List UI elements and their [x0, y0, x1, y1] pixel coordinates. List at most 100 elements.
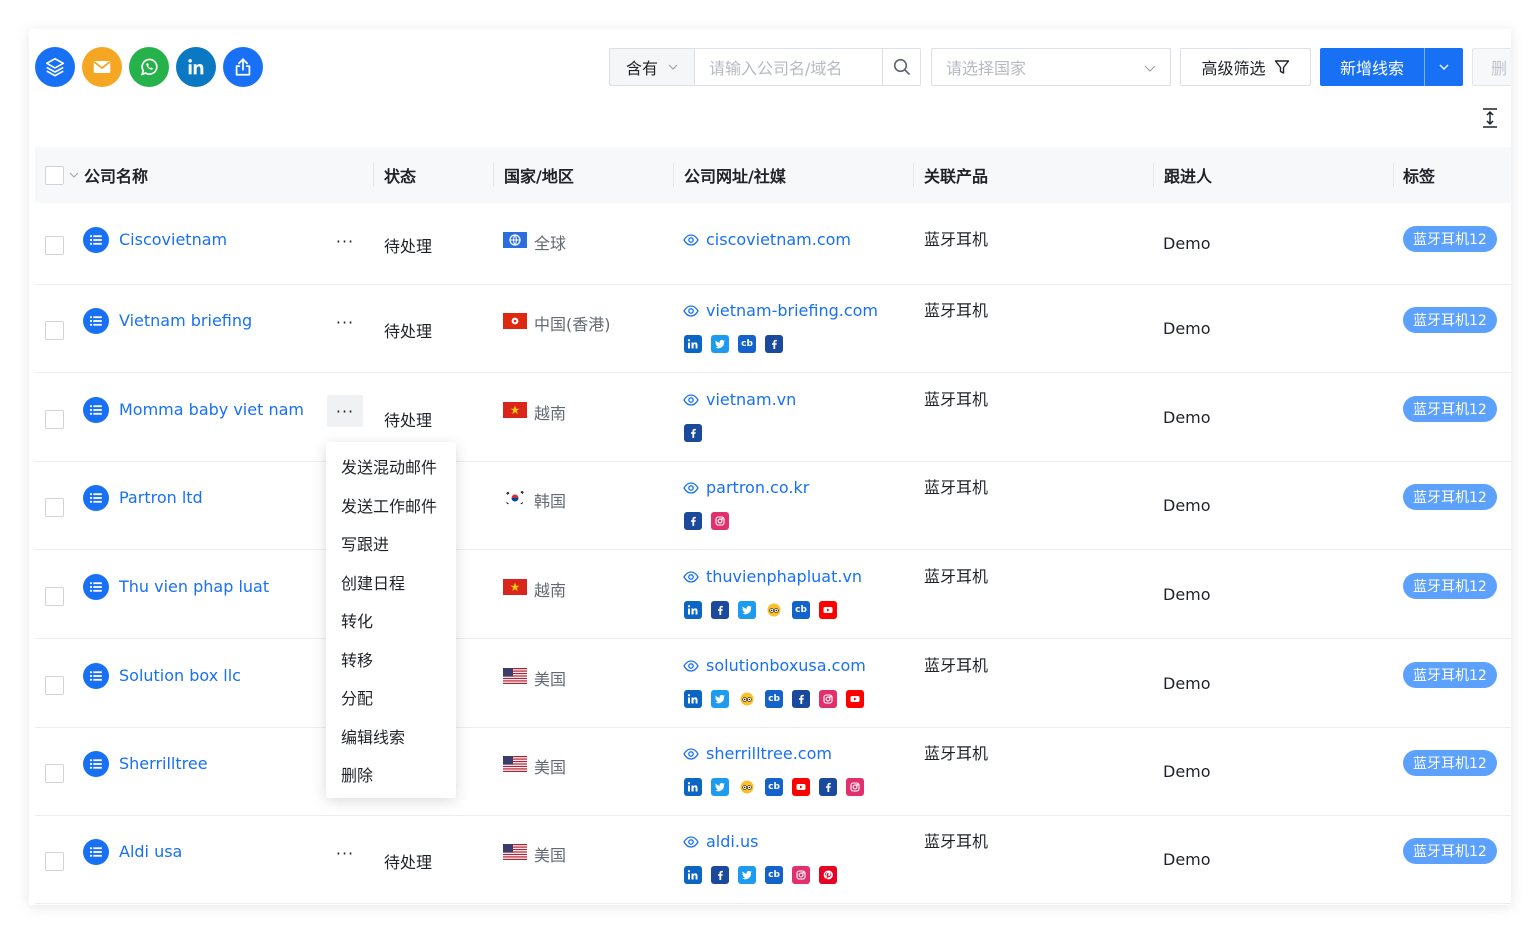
table-row[interactable]: Partron ltd 韩国 partron.co.kr 蓝牙耳机 Demo 蓝牙耳机12	[35, 462, 1511, 550]
tag-badge[interactable]: 蓝牙耳机12	[1403, 662, 1497, 688]
menu-transfer[interactable]: 转移	[326, 640, 456, 679]
twitter-icon[interactable]	[711, 778, 729, 796]
header-company[interactable]: 公司名称	[84, 147, 148, 203]
row-checkbox[interactable]	[45, 236, 64, 255]
twitter-icon[interactable]	[711, 335, 729, 353]
twitter-icon[interactable]	[738, 866, 756, 884]
more-actions-button[interactable]: ···	[327, 395, 363, 427]
facebook-icon[interactable]	[711, 601, 729, 619]
header-product[interactable]: 关联产品	[924, 147, 988, 203]
youtube-icon[interactable]	[846, 690, 864, 708]
facebook-icon[interactable]	[711, 866, 729, 884]
table-row[interactable]: Aldi usa ··· 待处理 美国 aldi.us cb 蓝牙耳机 Demo 蓝牙耳机12	[35, 816, 1511, 904]
row-checkbox[interactable]	[45, 321, 64, 340]
menu-send-bulk-email[interactable]: 发送混动邮件	[326, 447, 456, 486]
tag-badge[interactable]: 蓝牙耳机12	[1403, 226, 1497, 252]
tag-badge[interactable]: 蓝牙耳机12	[1403, 484, 1497, 510]
website-link[interactable]: thuvienphapluat.vn	[683, 567, 862, 586]
row-height-icon[interactable]	[1481, 107, 1499, 129]
crunchbase-icon[interactable]: cb	[765, 778, 783, 796]
row-checkbox[interactable]	[45, 498, 64, 517]
website-link[interactable]: partron.co.kr	[683, 478, 809, 497]
instagram-icon[interactable]	[846, 778, 864, 796]
table-row[interactable]: Sherrilltree 美国 sherrilltree.com cb 蓝牙耳机 Demo…	[35, 728, 1511, 816]
menu-convert[interactable]: 转化	[326, 601, 456, 640]
company-name-link[interactable]: Ciscovietnam	[119, 230, 227, 249]
row-checkbox[interactable]	[45, 764, 64, 783]
linkedin-icon[interactable]	[684, 866, 702, 884]
list-icon[interactable]	[83, 397, 109, 423]
twitter-icon[interactable]	[711, 690, 729, 708]
menu-send-work-email[interactable]: 发送工作邮件	[326, 486, 456, 525]
tag-badge[interactable]: 蓝牙耳机12	[1403, 396, 1497, 422]
tripadvisor-icon[interactable]	[738, 778, 756, 796]
pinterest-icon[interactable]	[819, 866, 837, 884]
company-name-link[interactable]: Solution box llc	[119, 666, 241, 685]
header-tag[interactable]: 标签	[1403, 147, 1435, 203]
crunchbase-icon[interactable]: cb	[792, 601, 810, 619]
menu-assign[interactable]: 分配	[326, 678, 456, 717]
company-name-link[interactable]: Partron ltd	[119, 488, 203, 507]
row-checkbox[interactable]	[45, 852, 64, 871]
tag-badge[interactable]: 蓝牙耳机12	[1403, 750, 1497, 776]
instagram-icon[interactable]	[819, 690, 837, 708]
list-icon[interactable]	[83, 308, 109, 334]
tripadvisor-icon[interactable]	[765, 601, 783, 619]
tag-badge[interactable]: 蓝牙耳机12	[1403, 573, 1497, 599]
website-link[interactable]: vietnam.vn	[683, 390, 796, 409]
company-name-link[interactable]: Momma baby viet nam	[119, 400, 304, 419]
more-actions-button[interactable]: ···	[327, 306, 363, 338]
menu-create-schedule[interactable]: 创建日程	[326, 563, 456, 602]
new-lead-button[interactable]: 新增线索	[1320, 48, 1424, 86]
mail-icon[interactable]	[82, 47, 122, 87]
instagram-icon[interactable]	[711, 512, 729, 530]
youtube-icon[interactable]	[819, 601, 837, 619]
search-button[interactable]	[883, 48, 921, 86]
menu-edit-lead[interactable]: 编辑线索	[326, 717, 456, 756]
youtube-icon[interactable]	[792, 778, 810, 796]
company-name-link[interactable]: Vietnam briefing	[119, 311, 252, 330]
crunchbase-icon[interactable]: cb	[765, 690, 783, 708]
crunchbase-icon[interactable]: cb	[765, 866, 783, 884]
crunchbase-icon[interactable]: cb	[738, 335, 756, 353]
search-input[interactable]: 请输入公司名/域名	[695, 48, 883, 86]
website-link[interactable]: solutionboxusa.com	[683, 656, 866, 675]
facebook-icon[interactable]	[684, 512, 702, 530]
twitter-icon[interactable]	[738, 601, 756, 619]
linkedin-icon[interactable]	[684, 690, 702, 708]
list-icon[interactable]	[83, 485, 109, 511]
linkedin-icon[interactable]	[684, 335, 702, 353]
export-icon[interactable]	[223, 47, 263, 87]
header-country[interactable]: 国家/地区	[504, 147, 574, 203]
list-icon[interactable]	[83, 574, 109, 600]
list-icon[interactable]	[83, 751, 109, 777]
row-checkbox[interactable]	[45, 587, 64, 606]
table-row[interactable]: Vietnam briefing ··· 待处理 中国(香港) vietnam-brie…	[35, 285, 1511, 373]
more-actions-button[interactable]: ···	[327, 225, 363, 257]
website-link[interactable]: aldi.us	[683, 832, 758, 851]
tag-badge[interactable]: 蓝牙耳机12	[1403, 838, 1497, 864]
facebook-icon[interactable]	[792, 690, 810, 708]
table-row[interactable]: Solution box llc 美国 solutionboxusa.com cb 蓝牙…	[35, 639, 1511, 728]
chevron-down-icon[interactable]	[69, 170, 79, 180]
match-mode-select[interactable]: 含有	[609, 48, 695, 86]
menu-delete[interactable]: 删除	[326, 755, 456, 794]
whatsapp-icon[interactable]	[129, 47, 169, 87]
header-website[interactable]: 公司网址/社媒	[684, 147, 786, 203]
facebook-icon[interactable]	[684, 424, 702, 442]
linkedin-icon[interactable]	[176, 47, 216, 87]
company-name-link[interactable]: Aldi usa	[119, 842, 182, 861]
table-row[interactable]: Momma baby viet nam ··· 待处理 越南 vietnam.vn 蓝牙耳…	[35, 373, 1511, 462]
table-row[interactable]: Thu vien phap luat 越南 thuvienphapluat.vn cb…	[35, 550, 1511, 639]
select-all-checkbox[interactable]	[45, 165, 64, 185]
new-lead-dropdown[interactable]	[1424, 48, 1463, 86]
menu-write-followup[interactable]: 写跟进	[326, 524, 456, 563]
list-icon[interactable]	[83, 227, 109, 253]
advanced-filter-button[interactable]: 高级筛选	[1180, 48, 1311, 86]
company-name-link[interactable]: Sherrilltree	[119, 754, 208, 773]
facebook-icon[interactable]	[819, 778, 837, 796]
layers-icon[interactable]	[35, 47, 75, 87]
list-icon[interactable]	[83, 663, 109, 689]
website-link[interactable]: vietnam-briefing.com	[683, 301, 878, 320]
company-name-link[interactable]: Thu vien phap luat	[119, 577, 269, 596]
